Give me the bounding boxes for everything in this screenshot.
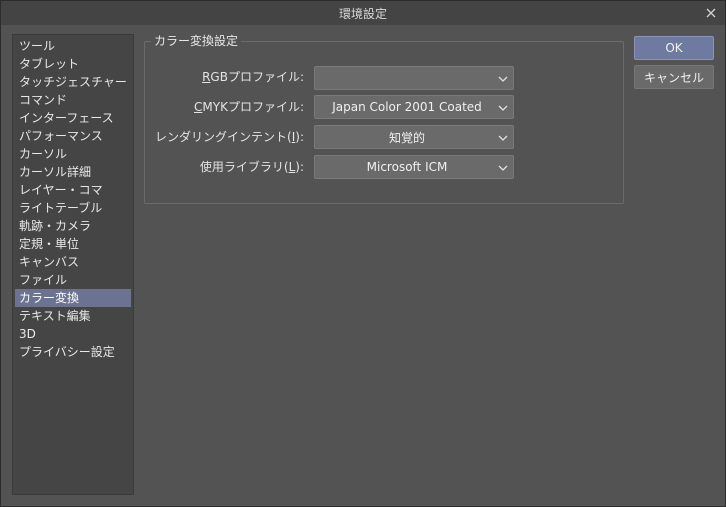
sidebar-item-tool[interactable]: ツール <box>15 37 131 55</box>
rgb-profile-label-text: GBプロファイル: <box>210 70 304 84</box>
rgb-profile-label: RGBプロファイル: <box>134 69 304 85</box>
sidebar-item-layer-frame[interactable]: レイヤー・コマ <box>15 181 131 199</box>
rgb-profile-select[interactable] <box>314 66 514 90</box>
library-value: Microsoft ICM <box>366 160 448 174</box>
sidebar-item-cursor-detail[interactable]: カーソル詳細 <box>15 163 131 181</box>
library-label-pre: 使用ライブラリ( <box>199 160 289 174</box>
sidebar-item-command[interactable]: コマンド <box>15 91 131 109</box>
sidebar-item-text-edit[interactable]: テキスト編集 <box>15 307 131 325</box>
sidebar-item-path-camera[interactable]: 軌跡・カメラ <box>15 217 131 235</box>
rendering-intent-label: レンダリングインテント(I): <box>134 129 304 145</box>
ok-button[interactable]: OK <box>634 36 714 60</box>
chevron-down-icon <box>498 76 508 82</box>
sidebar-item-interface[interactable]: インターフェース <box>15 109 131 127</box>
sidebar-item-touch-gesture[interactable]: タッチジェスチャー <box>15 73 131 91</box>
cmyk-profile-select[interactable]: Japan Color 2001 Coated <box>314 95 514 119</box>
close-icon <box>706 8 716 18</box>
window-title: 環境設定 <box>338 6 387 21</box>
group-title: カラー変換設定 <box>151 33 242 49</box>
rendering-intent-label-post: ): <box>295 130 304 144</box>
cmyk-profile-value: Japan Color 2001 Coated <box>332 100 482 114</box>
chevron-down-icon <box>498 165 508 171</box>
close-button[interactable] <box>701 3 721 23</box>
rendering-intent-label-pre: レンダリングインテント( <box>155 130 292 144</box>
sidebar-item-tablet[interactable]: タブレット <box>15 55 131 73</box>
title-bar: 環境設定 <box>1 1 725 25</box>
sidebar-item-3d[interactable]: 3D <box>15 325 131 343</box>
sidebar-item-file[interactable]: ファイル <box>15 271 131 289</box>
rendering-intent-value: 知覚的 <box>388 130 425 145</box>
sidebar-item-color-conversion[interactable]: カラー変換 <box>15 289 131 307</box>
sidebar-item-light-table[interactable]: ライトテーブル <box>15 199 131 217</box>
library-select[interactable]: Microsoft ICM <box>314 155 514 179</box>
sidebar-item-performance[interactable]: パフォーマンス <box>15 127 131 145</box>
preferences-dialog: 環境設定 ツール タブレット タッチジェスチャー コマンド インターフェース パ… <box>0 0 726 507</box>
sidebar-item-privacy[interactable]: プライバシー設定 <box>15 343 131 361</box>
cancel-button[interactable]: キャンセル <box>634 65 714 89</box>
sidebar-item-cursor[interactable]: カーソル <box>15 145 131 163</box>
cmyk-profile-label-text: MYKプロファイル: <box>202 100 304 114</box>
sidebar-item-ruler-unit[interactable]: 定規・単位 <box>15 235 131 253</box>
sidebar-item-canvas[interactable]: キャンバス <box>15 253 131 271</box>
library-label: 使用ライブラリ(L): <box>134 159 304 175</box>
chevron-down-icon <box>498 135 508 141</box>
cmyk-profile-label: CMYKプロファイル: <box>134 99 304 115</box>
library-label-post: ): <box>295 160 304 174</box>
chevron-down-icon <box>498 105 508 111</box>
rendering-intent-select[interactable]: 知覚的 <box>314 125 514 149</box>
category-list[interactable]: ツール タブレット タッチジェスチャー コマンド インターフェース パフォーマン… <box>12 34 134 495</box>
